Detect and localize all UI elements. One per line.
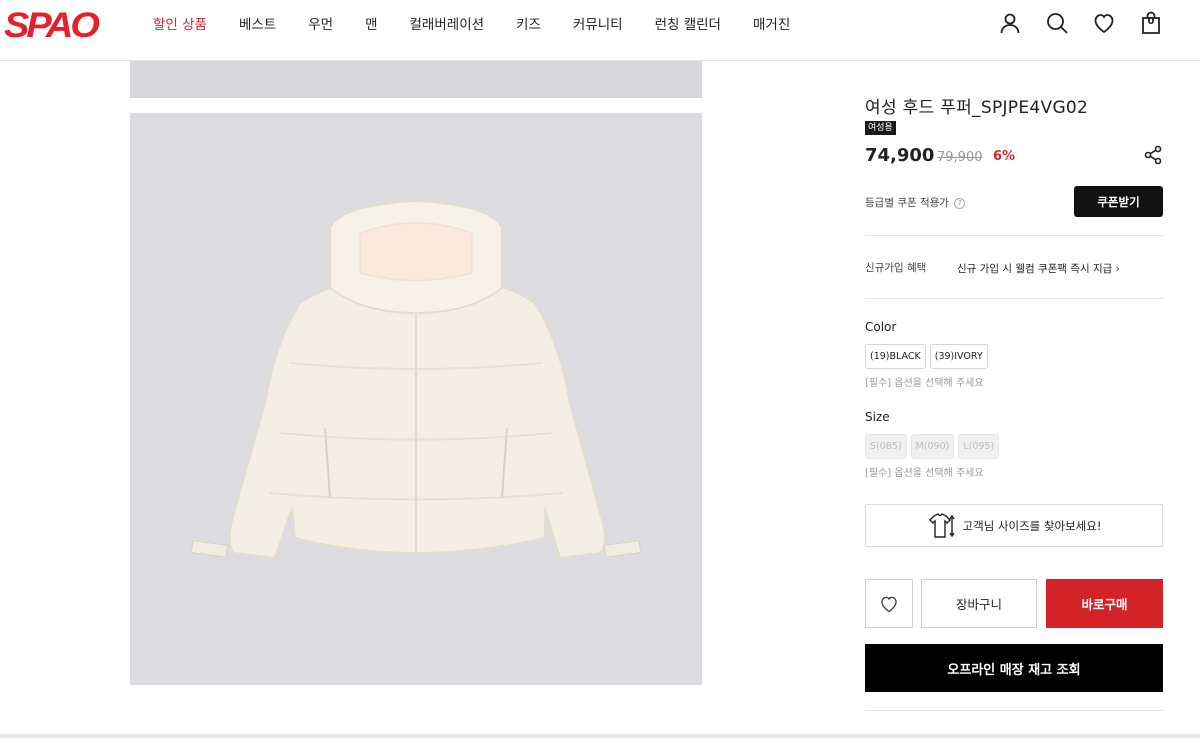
original-price: 79,900 bbox=[937, 150, 983, 165]
grade-coupon-price: 등급별 쿠폰 적용가 ? bbox=[865, 195, 966, 210]
add-to-cart-button[interactable]: 장바구니 bbox=[921, 579, 1037, 628]
size-options: S(085) M(090) L(095) bbox=[865, 434, 1003, 459]
offline-stock-button[interactable]: 오프라인 매장 재고 조회 bbox=[865, 644, 1163, 692]
nav-women[interactable]: 우먼 bbox=[308, 13, 333, 33]
product-title: 여성 후드 푸퍼_SPJPE4VG02 bbox=[865, 98, 1089, 118]
color-options: (19)BLACK (39)IVORY bbox=[865, 344, 992, 369]
search-icon[interactable] bbox=[1044, 10, 1070, 36]
cart-count: 0 bbox=[1147, 16, 1155, 27]
color-option-black[interactable]: (19)BLACK bbox=[865, 344, 926, 369]
tshirt-size-icon bbox=[928, 512, 955, 538]
grade-coupon-label: 등급별 쿠폰 적용가 bbox=[865, 197, 949, 209]
nav-collaboration[interactable]: 컬래버레이션 bbox=[410, 13, 485, 33]
footer-divider bbox=[0, 734, 1200, 738]
size-option-m[interactable]: M(090) bbox=[910, 434, 955, 459]
signup-benefit-link[interactable]: 신규 가입 시 웰컴 쿠폰팩 즉시 지급 › bbox=[957, 261, 1120, 276]
nav-kids[interactable]: 키즈 bbox=[516, 13, 541, 33]
get-coupon-button[interactable]: 쿠폰받기 bbox=[1074, 186, 1163, 217]
site-header: SPAO 할인 상품 베스트 우먼 맨 컬래버레이션 키즈 커뮤니티 런칭 캘린… bbox=[0, 0, 1200, 61]
product-image-previous bbox=[130, 61, 702, 98]
size-option-l[interactable]: L(095) bbox=[958, 434, 1000, 459]
size-finder-button[interactable]: 고객님 사이즈를 찾아보세요! bbox=[865, 504, 1163, 547]
wishlist-button[interactable] bbox=[865, 579, 913, 628]
size-label: Size bbox=[865, 410, 890, 424]
discount-rate: 6% bbox=[993, 149, 1016, 164]
divider bbox=[865, 710, 1163, 711]
divider bbox=[865, 235, 1163, 236]
spao-logo[interactable]: SPAO bbox=[4, 7, 100, 47]
nav-sale[interactable]: 할인 상품 bbox=[153, 13, 207, 33]
nav-magazine[interactable]: 매거진 bbox=[753, 13, 790, 33]
cart-icon[interactable]: 0 bbox=[1138, 10, 1164, 36]
size-option-s[interactable]: S(085) bbox=[865, 434, 907, 459]
product-image[interactable] bbox=[130, 113, 702, 685]
divider bbox=[865, 298, 1163, 299]
size-finder-label: 고객님 사이즈를 찾아보세요! bbox=[962, 518, 1102, 533]
nav-men[interactable]: 맨 bbox=[365, 13, 377, 33]
nav-best[interactable]: 베스트 bbox=[239, 13, 276, 33]
user-icon[interactable] bbox=[997, 10, 1023, 36]
color-required-note: [필수] 옵션을 선택해 주세요 bbox=[865, 378, 984, 389]
color-option-ivory[interactable]: (39)IVORY bbox=[929, 344, 988, 369]
header-utilities: 0 bbox=[976, 10, 1164, 36]
sale-price: 74,900 bbox=[865, 145, 935, 166]
buy-now-button[interactable]: 바로구매 bbox=[1046, 579, 1163, 628]
heart-icon bbox=[881, 596, 897, 612]
heart-icon[interactable] bbox=[1091, 10, 1117, 36]
gender-badge: 여성용 bbox=[865, 121, 896, 135]
nav-launch-calendar[interactable]: 런칭 캘린더 bbox=[655, 13, 721, 33]
size-required-note: [필수] 옵션을 선택해 주세요 bbox=[865, 468, 984, 479]
main-nav: 할인 상품 베스트 우먼 맨 컬래버레이션 키즈 커뮤니티 런칭 캘린더 매거진 bbox=[153, 0, 822, 46]
chevron-right-icon: › bbox=[1115, 263, 1120, 275]
help-icon[interactable]: ? bbox=[954, 197, 966, 209]
nav-community[interactable]: 커뮤니티 bbox=[573, 13, 623, 33]
signup-benefit-label: 신규가입 혜택 bbox=[865, 262, 927, 274]
color-label: Color bbox=[865, 320, 897, 334]
puffer-jacket-image bbox=[130, 113, 702, 685]
share-icon[interactable] bbox=[1143, 145, 1163, 165]
benefit-link-text: 신규 가입 시 웰컴 쿠폰팩 즉시 지급 bbox=[957, 263, 1113, 275]
